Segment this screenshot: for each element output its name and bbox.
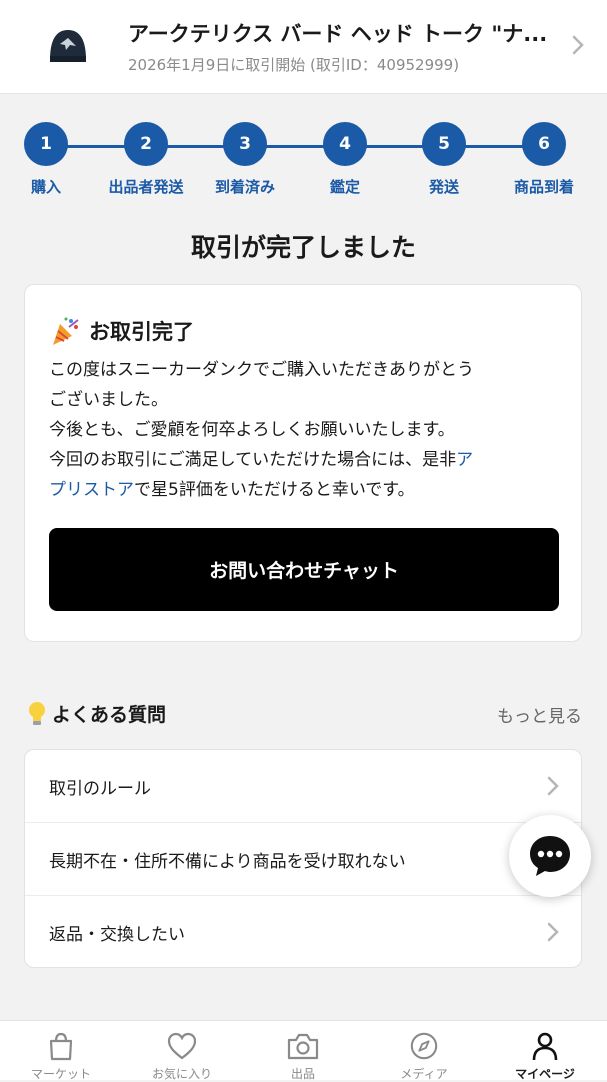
step-5: 5 発送 [396,122,492,197]
tab-favorites[interactable]: お気に入り [127,1031,237,1082]
step-number: 5 [422,122,466,166]
card-message: この度はスニーカーダンクでご購入いただきありがとう ございました。 今後とも、ご… [49,355,564,505]
faq-item-label: 返品・交換したい [49,925,185,945]
message-line: この度はスニーカーダンクでご購入いただきありがとう [49,360,474,380]
tab-label: 出品 [290,1067,315,1081]
tab-mypage[interactable]: マイページ [490,1031,600,1082]
chevron-right-icon [547,776,559,796]
app-store-link[interactable]: プリストア [49,480,134,500]
step-label: 出品者発送 [108,178,184,196]
bottom-tab-bar: マーケット お気に入り 出品 メディア マイページ [0,1020,607,1082]
step-label: 発送 [428,178,459,196]
transaction-header[interactable]: アークテリクス バード ヘッド トーク "ナ... 2026年1月9日に取引開始… [0,0,607,94]
heart-icon [167,1032,197,1060]
product-thumbnail [40,18,96,74]
faq-item-label: 長期不在・住所不備により商品を受け取れない [49,851,406,872]
faq-item-label: 取引のルール [49,778,151,799]
chat-bubble-icon [530,836,570,876]
status-title: 取引が完了しました [190,233,416,262]
step-4: 4 鑑定 [297,122,393,197]
tab-media[interactable]: メディア [369,1031,479,1082]
step-3: 3 到着済み [197,122,293,197]
tab-sell[interactable]: 出品 [248,1031,358,1082]
step-1: 1 購入 [0,122,94,197]
message-line: 今回のお取引にご満足していただけた場合には、是非ア [49,445,564,475]
faq-item[interactable]: 返品・交換したい [25,896,581,967]
faq-header: よくある質問 もっと見る [26,698,582,730]
completion-card: お取引完了 この度はスニーカーダンクでご購入いただきありがとう ございました。 … [24,284,582,642]
faq-title: よくある質問 [52,704,167,726]
tab-market[interactable]: マーケット [6,1031,116,1082]
step-number: 1 [24,122,68,166]
product-title: アークテリクス バード ヘッド トーク "ナ... [128,22,548,46]
step-number: 3 [223,122,267,166]
contact-chat-button[interactable]: お問い合わせチャット [49,528,559,611]
camera-icon [287,1033,319,1060]
tab-label: お気に入り [151,1067,212,1081]
person-icon [532,1032,558,1061]
faq-item[interactable]: 取引のルール [25,750,581,823]
faq-item[interactable]: 長期不在・住所不備により商品を受け取れない [25,823,581,896]
faq-list: 取引のルール 長期不在・住所不備により商品を受け取れない 返品・交換したい [24,749,582,968]
step-6: 6 商品到着 [496,122,592,197]
compass-icon [410,1032,438,1060]
step-2: 2 出品者発送 [98,122,194,197]
tab-label: マイページ [515,1067,575,1081]
step-number: 2 [124,122,168,166]
progress-stepper: 1 購入 2 出品者発送 3 到着済み 4 鑑定 5 発送 6 商品到着 [0,122,607,212]
bag-icon [49,1032,73,1061]
tab-label: マーケット [30,1067,91,1081]
chevron-right-icon [572,35,584,55]
message-text: 今回のお取引にご満足していただけた場合には、是非 [49,450,457,470]
message-line: 今後とも、ご愛顧を何卒よろしくお願いいたします。 [49,420,455,440]
message-line: ございました。 [49,390,168,410]
beanie-product-image [50,30,86,62]
app-store-link[interactable]: ア [456,450,473,470]
party-popper-icon [53,317,79,345]
floating-chat-button[interactable] [509,815,591,897]
transaction-subtitle: 2026年1月9日に取引開始 (取引ID：40952999) [128,56,460,74]
lightbulb-icon [29,701,45,725]
card-heading: お取引完了 [89,320,194,344]
step-number: 6 [522,122,566,166]
message-line: プリストアで星5評価をいただけると幸いです。 [49,475,564,505]
step-label: 鑑定 [329,178,360,196]
step-label: 購入 [30,178,61,196]
message-text: で星5評価をいただけると幸いです。 [134,480,415,500]
step-number: 4 [323,122,367,166]
step-label: 商品到着 [513,178,574,196]
tab-label: メディア [400,1067,448,1081]
chevron-right-icon [547,922,559,942]
see-more-link[interactable]: もっと見る [497,702,582,727]
step-label: 到着済み [214,178,275,196]
